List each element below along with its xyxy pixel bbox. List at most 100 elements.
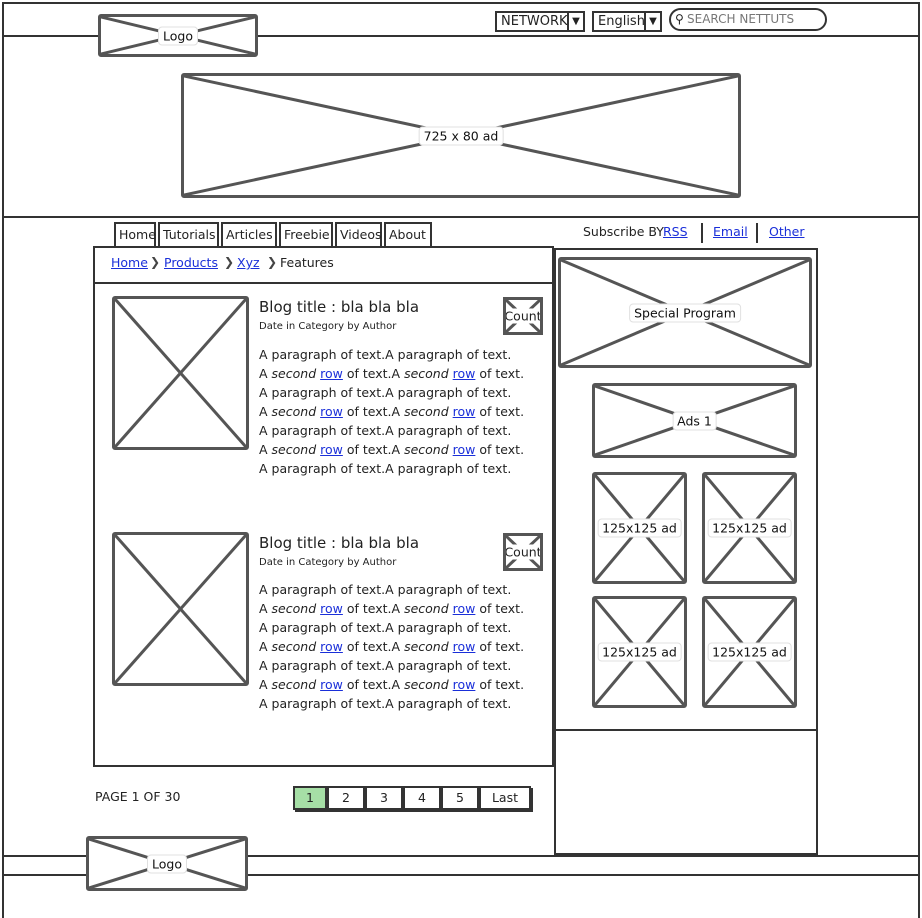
page-2-button[interactable]: 2 (327, 786, 365, 810)
text: of text. (479, 442, 525, 457)
breadcrumb-products[interactable]: Products (164, 255, 218, 270)
row-link[interactable]: row (320, 601, 343, 616)
page-5-button[interactable]: 5 (441, 786, 479, 810)
right-border (918, 2, 920, 918)
top-border (2, 2, 920, 4)
row-link[interactable]: row (320, 677, 343, 692)
text: A (259, 677, 268, 692)
special-program-ad[interactable]: Special Program (558, 257, 812, 368)
search-input[interactable]: ⚲ SEARCH NETTUTS (669, 8, 827, 31)
small-ad[interactable]: 125x125 ad (702, 596, 797, 708)
text-line: A second row of text.A second row of tex… (259, 637, 524, 656)
tab-freebie[interactable]: Freebie (279, 222, 333, 246)
text-line: A second row of text.A second row of tex… (259, 599, 524, 618)
tab-home[interactable]: Home (114, 222, 156, 246)
search-icon: ⚲ (675, 12, 684, 26)
header-logo-label: Logo (158, 26, 198, 45)
row-link[interactable]: row (453, 639, 476, 654)
tab-about[interactable]: About (384, 222, 432, 246)
tab-label: Home (119, 227, 156, 242)
breadcrumb-current: Features (280, 255, 334, 270)
text: of text. (479, 366, 525, 381)
small-ad[interactable]: 125x125 ad (702, 472, 797, 584)
banner-divider (2, 216, 920, 218)
row-link[interactable]: row (320, 442, 343, 457)
comment-count[interactable]: Count (503, 297, 543, 335)
network-select[interactable]: NETWORK ▼ (495, 11, 585, 32)
sidebar-lower (554, 729, 818, 855)
dropdown-arrow-icon: ▼ (644, 13, 660, 30)
text-line: A paragraph of text.A paragraph of text. (259, 461, 512, 476)
subscribe-rss-link[interactable]: RSS (663, 224, 688, 239)
text: of text.A (346, 677, 401, 692)
page-1-button[interactable]: 1 (293, 786, 327, 810)
row-link[interactable]: row (453, 601, 476, 616)
small-ad[interactable]: 125x125 ad (592, 596, 687, 708)
footer-logo-label: Logo (147, 854, 187, 873)
post-excerpt: A paragraph of text.A paragraph of text.… (259, 580, 524, 713)
subscribe-other-link[interactable]: Other (769, 224, 805, 239)
tab-tutorials[interactable]: Tutorials (158, 222, 219, 246)
row-link[interactable]: row (453, 366, 476, 381)
row-link[interactable]: row (453, 677, 476, 692)
language-select[interactable]: English ▼ (592, 11, 662, 32)
text-line: A paragraph of text.A paragraph of text. (259, 658, 512, 673)
text: second (404, 442, 449, 457)
ads1[interactable]: Ads 1 (592, 383, 797, 458)
text: of text. (479, 601, 525, 616)
text-line: A second row of text.A second row of tex… (259, 675, 524, 694)
chevron-right-icon: ❯ (150, 255, 161, 269)
post-meta: Date in Category by Author (259, 321, 397, 332)
small-ad[interactable]: 125x125 ad (592, 472, 687, 584)
text-line: A paragraph of text.A paragraph of text. (259, 385, 512, 400)
comment-count-label: Count (504, 544, 542, 560)
page-number: 1 (306, 790, 314, 805)
row-link[interactable]: row (320, 404, 343, 419)
row-link[interactable]: row (320, 639, 343, 654)
row-link[interactable]: row (453, 404, 476, 419)
row-link[interactable]: row (453, 442, 476, 457)
text: of text. (479, 404, 525, 419)
text: of text.A (346, 601, 401, 616)
post-title[interactable]: Blog title : bla bla bla (259, 534, 419, 552)
comment-count-label: Count (504, 308, 542, 324)
text: second (271, 601, 317, 616)
text: second (404, 601, 449, 616)
text: A (259, 601, 268, 616)
subscribe-email-link[interactable]: Email (713, 224, 748, 239)
text-line: A paragraph of text.A paragraph of text. (259, 347, 512, 362)
text: second (404, 639, 449, 654)
tab-articles[interactable]: Articles (221, 222, 277, 246)
post-thumbnail[interactable] (112, 532, 249, 686)
text-line: A paragraph of text.A paragraph of text. (259, 423, 512, 438)
comment-count[interactable]: Count (503, 533, 543, 571)
text: second (271, 442, 317, 457)
tab-videos[interactable]: Videos (335, 222, 382, 246)
small-ad-label: 125x125 ad (707, 518, 792, 538)
post-title[interactable]: Blog title : bla bla bla (259, 298, 419, 316)
text-line: A second row of text.A second row of tex… (259, 402, 524, 421)
text-line: A second row of text.A second row of tex… (259, 440, 524, 459)
text: A (259, 442, 268, 457)
text: second (271, 639, 317, 654)
tab-label: Articles (226, 227, 273, 242)
breadcrumb-home[interactable]: Home (111, 255, 148, 270)
banner-ad[interactable]: 725 x 80 ad (181, 73, 741, 198)
last-page-button[interactable]: Last (479, 786, 531, 810)
tab-label: About (389, 227, 426, 242)
subscribe-label: Subscribe BY (583, 224, 664, 239)
page-number: 4 (418, 790, 426, 805)
page-number: 5 (456, 790, 464, 805)
page-4-button[interactable]: 4 (403, 786, 441, 810)
text-line: A paragraph of text.A paragraph of text. (259, 620, 512, 635)
text: second (271, 366, 317, 381)
breadcrumb-divider (95, 282, 552, 284)
image-placeholder-icon (115, 535, 246, 683)
header-logo[interactable]: Logo (98, 14, 258, 57)
breadcrumb-xyz[interactable]: Xyz (237, 255, 260, 270)
page-3-button[interactable]: 3 (365, 786, 403, 810)
footer-logo[interactable]: Logo (86, 836, 248, 891)
small-ad-label: 125x125 ad (597, 518, 682, 538)
row-link[interactable]: row (320, 366, 343, 381)
post-thumbnail[interactable] (112, 296, 249, 450)
